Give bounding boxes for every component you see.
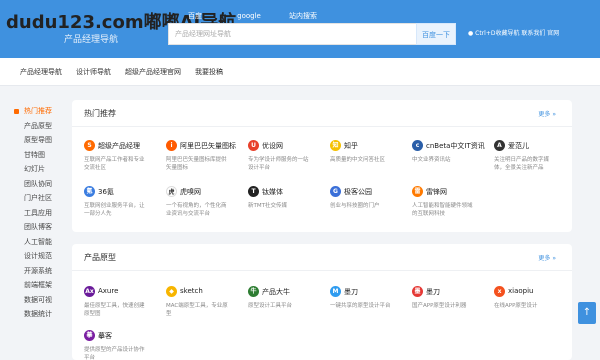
site-logo-icon: T — [248, 186, 259, 197]
site-name: 钛媒体 — [262, 188, 283, 196]
sidebar-item[interactable]: 数据统计 — [8, 307, 64, 322]
site-name: 产品大牛 — [262, 288, 290, 296]
sidebar-item[interactable]: 团队协同 — [8, 177, 64, 192]
nav-item-pm[interactable]: 产品经理导航 — [20, 58, 62, 86]
site-desc: 最佳原型工具，快速创建原型图 — [84, 303, 145, 317]
site-desc: 一个有视角的，个性化商业资讯与交流平台 — [166, 203, 227, 217]
sidebar-item[interactable]: 数据可视 — [8, 293, 64, 308]
site-name: 极客公园 — [344, 188, 372, 196]
site-desc: 互联网创业服务平台，让一部分人先 — [84, 203, 145, 217]
site-name: xiaopiu — [508, 287, 534, 295]
site-logo-icon: i — [166, 140, 177, 151]
header: dudu123.com嘟嘟AI导航 产品经理导航 百度 google 站内搜索 … — [0, 0, 600, 58]
site-desc: 国产APP原型设计利器 — [412, 303, 467, 309]
site-logo-icon: 牛 — [248, 286, 259, 297]
site-name: cnBeta中文IT资讯 — [426, 142, 485, 150]
site-desc: 提供原型的产品设计协作平台 — [84, 347, 145, 360]
site-logo-icon: 雷 — [412, 186, 423, 197]
hot-recommend-card: 热门推荐 更多 » S 超级产品经理 互联网产品工作者和专业交流社区 i 阿里巴… — [72, 100, 572, 232]
tab-google[interactable]: google — [222, 10, 276, 22]
site-logo-icon: x — [494, 286, 505, 297]
nav-item-super-pm[interactable]: 超级产品经理官网 — [125, 58, 181, 86]
site-desc: 专为学设计师服务的一站设计平台 — [248, 157, 309, 171]
back-to-top-button[interactable]: ↑ — [578, 302, 596, 324]
site-desc: 创业与科技圈的门户 — [330, 203, 380, 209]
search-input[interactable]: 产品经理网址导航 — [168, 23, 416, 45]
site-desc: 人工智能和智能硬件领域的互联网科技 — [412, 203, 473, 217]
site-name: 墨刀 — [344, 288, 358, 296]
site-logo-icon: ◆ — [166, 286, 177, 297]
site-logo-icon: A — [494, 140, 505, 151]
site-logo-icon: 知 — [330, 140, 341, 151]
product-prototype-card: 产品原型 更多 » Ax Axure 最佳原型工具，快速创建原型图 ◆ sket… — [72, 244, 572, 360]
site-name: sketch — [180, 287, 203, 295]
site-name: 虎嗅网 — [180, 188, 201, 196]
site-name: Axure — [98, 287, 119, 295]
site-logo-icon: M — [330, 286, 341, 297]
site-logo-icon: G — [330, 186, 341, 197]
more-link[interactable]: 更多 » — [538, 109, 556, 118]
site-logo-icon: 墨 — [412, 286, 423, 297]
site-desc: 在线APP原型设计 — [494, 303, 538, 309]
site-logo-icon: U — [248, 140, 259, 151]
site-desc: 关注明日产品的数字媒体，全景关注新产品 — [494, 157, 550, 171]
site-desc: 新TMT社交传媒 — [248, 203, 287, 209]
nav-item-designer[interactable]: 设计师导航 — [76, 58, 111, 86]
site-logo-icon: S — [84, 140, 95, 151]
sidebar-item[interactable]: 设计规范 — [8, 249, 64, 264]
site-name: 雷锋网 — [426, 188, 447, 196]
site-desc: 高质量的中文问答社区 — [330, 157, 386, 163]
sidebar-item[interactable]: 工具应用 — [8, 206, 64, 221]
section-title: 热门推荐 — [84, 109, 116, 118]
site-name: 爱范儿 — [508, 142, 529, 150]
tab-baidu[interactable]: 百度 — [168, 10, 222, 22]
sidebar-item[interactable]: 开源系统 — [8, 264, 64, 279]
nav-item-submit[interactable]: 我要投稿 — [195, 58, 223, 86]
site-name: 知乎 — [344, 142, 358, 150]
site-name: 36氪 — [98, 188, 114, 196]
search-button[interactable]: 百度一下 — [416, 23, 456, 45]
site-subtitle: 产品经理导航 — [64, 35, 119, 45]
sidebar-item-hot[interactable]: 热门推荐 — [8, 104, 64, 119]
site-logo-icon: 虎 — [166, 186, 177, 197]
sidebar-item[interactable]: 人工智能 — [8, 235, 64, 250]
sidebar-item[interactable]: 门户社区 — [8, 191, 64, 206]
site-desc: 原型设计工具平台 — [248, 303, 293, 309]
tab-site-search[interactable]: 站内搜索 — [276, 10, 330, 22]
sidebar-item[interactable]: 前端框架 — [8, 278, 64, 293]
site-desc: 一键共享的原型设计平台 — [330, 303, 391, 309]
search-tabs: 百度 google 站内搜索 — [168, 10, 330, 22]
site-desc: MAC端原型工具，专业原型 — [166, 303, 228, 317]
site-logo-icon: 摹 — [84, 330, 95, 341]
site-name: 超级产品经理 — [98, 142, 140, 150]
sidebar-item[interactable]: 原型导图 — [8, 133, 64, 148]
site-name: 阿里巴巴矢量图标 — [180, 142, 236, 150]
sidebar-item[interactable]: 幻灯片 — [8, 162, 64, 177]
top-navbar: 产品经理导航 设计师导航 超级产品经理官网 我要投稿 — [0, 58, 600, 86]
site-name: 摹客 — [98, 332, 112, 340]
sidebar: 热门推荐 产品原型 原型导图 甘特图 幻灯片 团队协同 门户社区 工具应用 团队… — [8, 104, 64, 322]
divider — [72, 270, 572, 271]
site-desc: 中文业界资讯站 — [412, 157, 451, 163]
sidebar-item[interactable]: 团队博客 — [8, 220, 64, 235]
header-links[interactable]: ● Ctrl+D收藏导航 联系我们 官网 — [468, 28, 559, 37]
site-logo-icon: Ax — [84, 286, 95, 297]
site-desc: 互联网产品工作者和专业交流社区 — [84, 157, 145, 171]
site-name: 优设网 — [262, 142, 283, 150]
more-link[interactable]: 更多 » — [538, 253, 556, 262]
site-logo-icon: 氪 — [84, 186, 95, 197]
divider — [72, 126, 572, 127]
sidebar-item[interactable]: 产品原型 — [8, 119, 64, 134]
site-logo-icon: c — [412, 140, 423, 151]
site-name: 墨刀 — [426, 288, 440, 296]
section-title: 产品原型 — [84, 253, 116, 262]
site-desc: 阿里巴巴矢量图标库提供矢量图标 — [166, 157, 227, 171]
sidebar-item[interactable]: 甘特图 — [8, 148, 64, 163]
